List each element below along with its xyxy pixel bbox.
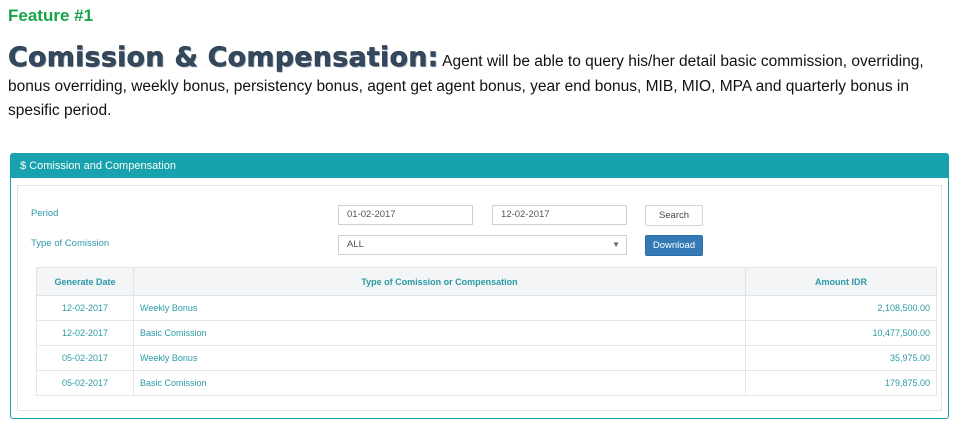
table-row: 05-02-2017 Basic Comission 179,875.00 xyxy=(36,370,937,396)
dollar-icon: $ xyxy=(20,160,27,172)
column-header-amount[interactable]: Amount IDR xyxy=(745,267,937,296)
table-row: 12-02-2017 Weekly Bonus 2,108,500.00 xyxy=(36,295,937,321)
search-button[interactable]: Search xyxy=(645,205,703,226)
row-date: 12-02-2017 xyxy=(36,320,134,346)
row-amount: 10,477,500.00 xyxy=(745,320,937,346)
caret-down-icon: ▼ xyxy=(612,240,620,249)
row-type: Weekly Bonus xyxy=(133,295,746,321)
intro-paragraph: Comission & Compensation: Agent will be … xyxy=(8,44,950,124)
period-label: Period xyxy=(31,208,59,219)
table-header-row: Generate Date Type of Comission or Compe… xyxy=(36,267,937,296)
column-header-type[interactable]: Type of Comission or Compensation xyxy=(133,267,746,296)
row-type: Basic Comission xyxy=(133,370,746,396)
type-select[interactable]: ALL ▼ xyxy=(338,235,627,255)
column-header-date[interactable]: Generate Date xyxy=(36,267,134,296)
row-amount: 35,975.00 xyxy=(745,345,937,371)
table-row: 12-02-2017 Basic Comission 10,477,500.00 xyxy=(36,320,937,346)
row-date: 05-02-2017 xyxy=(36,345,134,371)
panel-title: Comission and Compensation xyxy=(29,160,176,172)
type-label: Type of Comission xyxy=(31,238,110,249)
row-date: 05-02-2017 xyxy=(36,370,134,396)
commission-table: Generate Date Type of Comission or Compe… xyxy=(36,267,937,396)
row-date: 12-02-2017 xyxy=(36,295,134,321)
row-amount: 179,875.00 xyxy=(745,370,937,396)
panel-header: $ Comission and Compensation xyxy=(11,154,948,178)
panel-body: Period 01-02-2017 12-02-2017 Search Type… xyxy=(17,185,942,411)
row-type: Basic Comission xyxy=(133,320,746,346)
period-to-input[interactable]: 12-02-2017 xyxy=(492,205,627,225)
type-select-value: ALL xyxy=(347,239,364,250)
period-from-input[interactable]: 01-02-2017 xyxy=(338,205,473,225)
commission-panel: $ Comission and Compensation Period 01-0… xyxy=(10,153,949,419)
feature-label: Feature #1 xyxy=(8,6,94,25)
row-type: Weekly Bonus xyxy=(133,345,746,371)
section-heading: Comission & Compensation: xyxy=(8,42,439,73)
download-button[interactable]: Download xyxy=(645,235,703,256)
table-row: 05-02-2017 Weekly Bonus 35,975.00 xyxy=(36,345,937,371)
row-amount: 2,108,500.00 xyxy=(745,295,937,321)
